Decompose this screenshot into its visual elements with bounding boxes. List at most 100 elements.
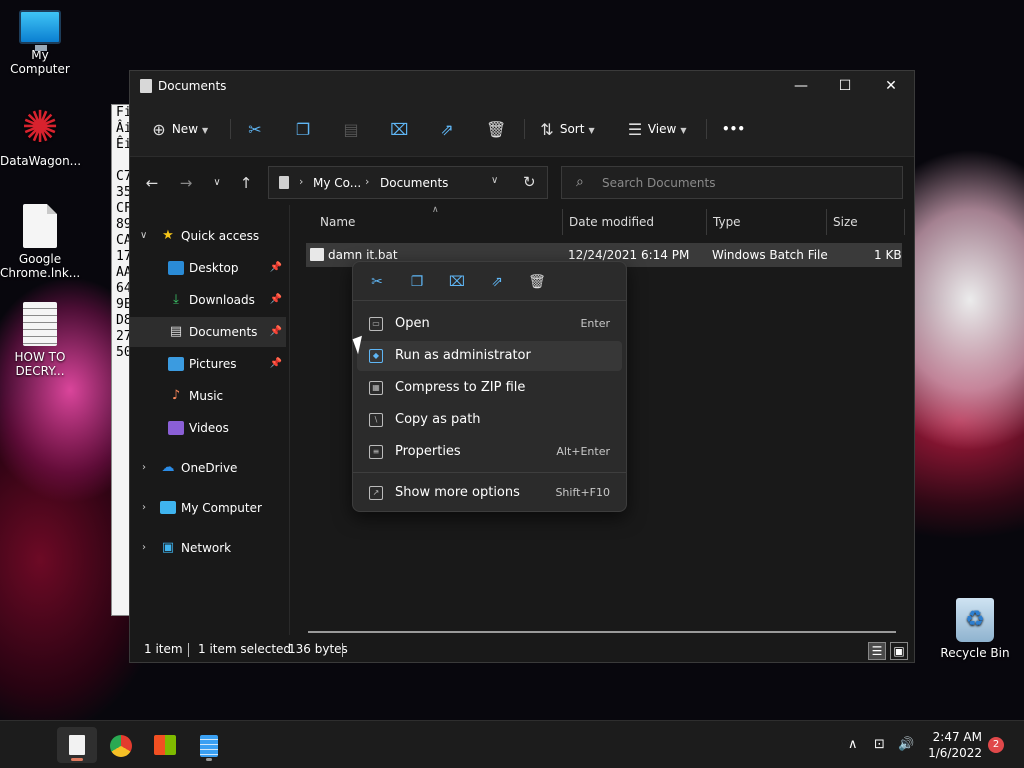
desktop-icon-how-to-decrypt[interactable]: HOW TO DECRY... bbox=[0, 302, 80, 378]
address-dropdown-chevron-icon[interactable]: ∨ bbox=[491, 175, 498, 186]
menu-item-label: Show more options bbox=[395, 485, 520, 500]
sidebar-item-network[interactable]: › ▣ Network bbox=[130, 533, 286, 563]
share-icon[interactable]: ⇗ bbox=[485, 272, 509, 292]
network-status-icon[interactable]: ⊡ bbox=[874, 721, 885, 768]
taskbar: ∧ ⊡ 🔊 2:47 AM 1/6/2022 2 bbox=[0, 720, 1024, 768]
menu-item-show-more-options[interactable]: ↗ Show more options Shift+F10 bbox=[357, 478, 622, 508]
sidebar-item-my-computer[interactable]: › My Computer bbox=[130, 493, 286, 523]
menu-item-open[interactable]: ▭ Open Enter bbox=[357, 309, 622, 339]
active-indicator bbox=[71, 758, 83, 761]
sidebar-item-downloads[interactable]: ⤓ Downloads 📌 bbox=[130, 285, 286, 315]
column-divider[interactable] bbox=[706, 209, 707, 235]
maximize-button[interactable]: ☐ bbox=[822, 71, 868, 101]
rename-icon[interactable]: ⌧ bbox=[445, 272, 469, 292]
cut-button[interactable]: ✂ bbox=[246, 115, 264, 143]
status-bar: 1 item 1 item selected 136 bytes ☰ ▣ bbox=[130, 636, 914, 662]
chevron-right-icon: › bbox=[142, 502, 146, 513]
view-button[interactable]: ☰ View ▼ bbox=[626, 115, 687, 143]
recent-locations-chevron-icon[interactable]: ∨ bbox=[207, 173, 227, 193]
taskbar-notepad[interactable] bbox=[189, 727, 229, 763]
menu-item-copy-as-path[interactable]: \ Copy as path bbox=[357, 405, 622, 435]
sidebar-item-desktop[interactable]: Desktop 📌 bbox=[130, 253, 286, 283]
sidebar-item-label: Documents bbox=[189, 325, 258, 339]
menu-item-compress-zip[interactable]: ▦ Compress to ZIP file bbox=[357, 373, 622, 403]
file-icon bbox=[69, 735, 85, 755]
paste-button[interactable]: ▤ bbox=[342, 115, 360, 143]
start-button[interactable] bbox=[12, 727, 52, 763]
notification-badge[interactable]: 2 bbox=[988, 737, 1004, 753]
view-button-label: View bbox=[647, 122, 677, 136]
taskbar-chrome[interactable] bbox=[101, 727, 141, 763]
show-hidden-icons-chevron-icon[interactable]: ∧ bbox=[848, 721, 858, 768]
column-header-date-modified[interactable]: Date modified bbox=[569, 215, 654, 229]
menu-item-properties[interactable]: ≡ Properties Alt+Enter bbox=[357, 437, 622, 467]
desktop-icon-label: My Computer bbox=[10, 48, 70, 76]
column-divider[interactable] bbox=[904, 209, 905, 235]
sidebar-item-music[interactable]: ♪ Music bbox=[130, 381, 286, 411]
back-arrow-icon[interactable]: ← bbox=[142, 173, 162, 193]
copy-icon[interactable]: ❐ bbox=[405, 272, 429, 292]
network-icon: ▣ bbox=[161, 540, 175, 555]
address-bar[interactable]: › My Co... › Documents ∨ ↻ bbox=[268, 166, 548, 199]
share-icon: ⇗ bbox=[440, 119, 454, 139]
trash-icon: 🗑 bbox=[486, 119, 507, 139]
breadcrumb-my-computer[interactable]: My Co... bbox=[313, 176, 361, 190]
large-icons-view-icon[interactable]: ▣ bbox=[890, 642, 908, 660]
desktop-icon-recycle-bin[interactable]: ♻ Recycle Bin bbox=[935, 598, 1015, 660]
cut-icon[interactable]: ✂ bbox=[365, 272, 389, 292]
share-button[interactable]: ⇗ bbox=[438, 115, 456, 143]
desktop-icon-datawagon[interactable]: ✺ DataWagon... bbox=[0, 106, 82, 169]
forward-arrow-icon[interactable]: → bbox=[176, 173, 196, 193]
horizontal-scrollbar[interactable] bbox=[308, 631, 896, 633]
volume-icon[interactable]: 🔊 bbox=[898, 721, 914, 768]
delete-button[interactable]: 🗑 bbox=[486, 115, 507, 143]
properties-icon: ≡ bbox=[369, 445, 383, 459]
refresh-icon[interactable]: ↻ bbox=[523, 173, 536, 191]
taskbar-clock[interactable]: 2:47 AM 1/6/2022 bbox=[928, 729, 982, 761]
batch-file-icon bbox=[310, 248, 324, 261]
taskbar-store[interactable] bbox=[145, 727, 185, 763]
chevron-down-icon: ▼ bbox=[202, 126, 209, 135]
column-divider[interactable] bbox=[826, 209, 827, 235]
breadcrumb-separator-icon: › bbox=[299, 175, 304, 188]
up-arrow-icon[interactable]: ↑ bbox=[236, 173, 256, 193]
notepad-icon bbox=[200, 735, 218, 757]
sidebar-item-documents[interactable]: ▤ Documents 📌 bbox=[130, 317, 286, 347]
column-header-size[interactable]: Size bbox=[833, 215, 858, 229]
column-divider[interactable] bbox=[562, 209, 563, 235]
menu-item-label: Copy as path bbox=[395, 412, 481, 427]
sidebar-item-onedrive[interactable]: › ☁ OneDrive bbox=[130, 453, 286, 483]
file-name: damn it.bat bbox=[328, 248, 398, 262]
sidebar-item-videos[interactable]: Videos bbox=[130, 413, 286, 443]
sort-button[interactable]: ⇅ Sort ▼ bbox=[538, 115, 594, 143]
trash-icon[interactable]: 🗑 bbox=[525, 272, 549, 292]
sidebar-item-quick-access[interactable]: ∨ ★ Quick access bbox=[130, 221, 286, 251]
taskbar-notepad-file[interactable] bbox=[57, 727, 97, 763]
close-button[interactable]: ✕ bbox=[868, 71, 914, 101]
documents-folder-icon bbox=[279, 176, 289, 189]
column-header-name[interactable]: Name bbox=[320, 215, 355, 229]
menu-item-run-as-administrator[interactable]: ◆ Run as administrator bbox=[357, 341, 622, 371]
sidebar-item-pictures[interactable]: Pictures 📌 bbox=[130, 349, 286, 379]
details-view-icon[interactable]: ☰ bbox=[868, 642, 886, 660]
file-date-modified: 12/24/2021 6:14 PM bbox=[568, 248, 690, 262]
desktop-icon-label: DataWagon... bbox=[0, 154, 82, 168]
minimize-button[interactable]: — bbox=[778, 71, 824, 101]
search-box[interactable]: ⌕ Search Documents bbox=[561, 166, 903, 199]
chevron-down-icon: ∨ bbox=[140, 230, 148, 241]
breadcrumb-documents[interactable]: Documents bbox=[380, 176, 448, 190]
desktop-icon-my-computer[interactable]: My Computer bbox=[0, 10, 80, 76]
column-header-type[interactable]: Type bbox=[713, 215, 741, 229]
new-button[interactable]: ⊕ New ▼ bbox=[150, 115, 208, 143]
more-options-button[interactable]: ••• bbox=[722, 115, 745, 143]
copy-button[interactable]: ❐ bbox=[294, 115, 312, 143]
sidebar-item-label: Network bbox=[181, 541, 232, 555]
desktop-icon-label: Recycle Bin bbox=[940, 646, 1010, 660]
list-view-icon: ☰ bbox=[627, 119, 643, 139]
title-bar[interactable]: Documents — ☐ ✕ bbox=[130, 71, 914, 101]
status-item-count: 1 item bbox=[144, 642, 183, 656]
rename-button[interactable]: ⌧ bbox=[390, 115, 408, 143]
sidebar-item-label: Downloads bbox=[189, 293, 255, 307]
sidebar-item-label: Desktop bbox=[189, 261, 239, 275]
desktop-icon-chrome-shortcut[interactable]: Google Chrome.lnk... bbox=[0, 204, 80, 280]
